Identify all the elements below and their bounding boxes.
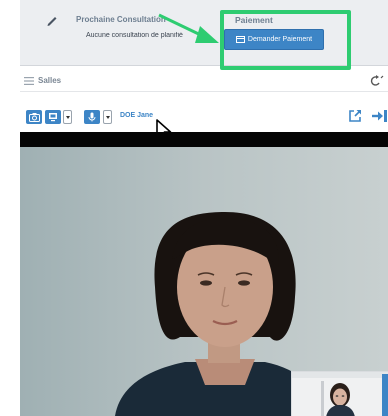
exit-icon[interactable] xyxy=(371,109,388,123)
local-video-preview xyxy=(291,371,388,416)
video-top-band xyxy=(20,132,388,147)
remote-video-feed xyxy=(20,147,388,416)
request-payment-button[interactable]: Demander Paiement xyxy=(224,29,324,50)
pencil-icon[interactable] xyxy=(45,13,59,27)
microphone-button[interactable] xyxy=(84,110,100,124)
local-preview-edge xyxy=(382,374,388,416)
microphone-dropdown[interactable] xyxy=(103,110,112,124)
hamburger-icon[interactable] xyxy=(24,77,34,85)
rooms-label: Salles xyxy=(38,76,62,85)
teleconsultation-page: Prochaine Consultation Aucune consultati… xyxy=(0,0,388,416)
microphone-icon xyxy=(88,112,96,122)
request-payment-label: Demander Paiement xyxy=(247,36,313,43)
screen-share-button[interactable] xyxy=(45,110,61,124)
rooms-header: Salles xyxy=(20,70,388,92)
credit-card-icon xyxy=(235,36,245,43)
payment-title: Paiement xyxy=(235,15,273,25)
external-link-icon[interactable] xyxy=(348,109,362,123)
consultation-info-bar: Prochaine Consultation Aucune consultati… xyxy=(20,0,388,66)
screen-share-dropdown[interactable] xyxy=(63,110,72,124)
next-consultation-subtitle: Aucune consultation de planifié xyxy=(86,32,183,39)
refresh-icon[interactable] xyxy=(368,75,384,87)
local-video-scene xyxy=(292,372,388,416)
next-consultation-title: Prochaine Consultation xyxy=(76,15,166,24)
video-toolbar: DOE Jane xyxy=(20,100,388,132)
participant-name-link[interactable]: DOE Jane xyxy=(120,112,153,119)
screen-share-icon xyxy=(49,113,57,122)
camera-button[interactable] xyxy=(26,110,42,124)
camera-icon xyxy=(28,112,40,122)
